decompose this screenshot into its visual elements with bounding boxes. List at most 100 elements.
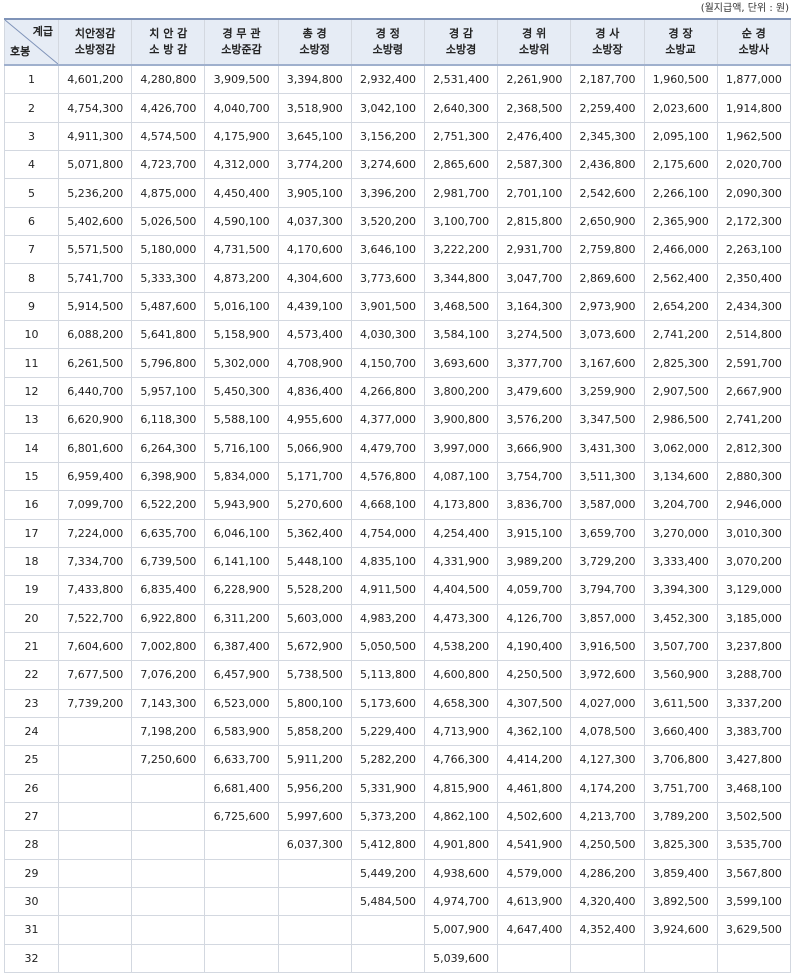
salary-cell: 2,812,300 — [716, 433, 791, 463]
salary-cell: 2,175,600 — [643, 150, 718, 180]
salary-cell: 6,959,400 — [57, 461, 133, 492]
salary-cell: 5,957,100 — [131, 376, 206, 407]
salary-cell: 4,766,300 — [423, 745, 499, 775]
table-row: 24 7,198,200 6,583,900 5,858,200 5,229,400 4,… — [4, 716, 791, 747]
column-header-rank: 경 위 — [522, 27, 547, 40]
salary-cell: 6,457,900 — [204, 660, 279, 690]
salary-cell — [57, 943, 133, 974]
salary-cell: 2,345,300 — [570, 121, 645, 152]
salary-cell: 3,924,600 — [643, 915, 718, 945]
salary-cell: 7,433,800 — [57, 575, 133, 605]
salary-cell: 7,334,700 — [57, 546, 133, 577]
step-cell: 17 — [4, 518, 59, 548]
salary-cell — [131, 886, 206, 917]
salary-cell: 5,113,800 — [350, 660, 425, 690]
salary-cell: 4,938,600 — [423, 858, 499, 888]
salary-table: 계급 호봉 치안정감 소방정감 치 안 감소 방 감경 무 관 소방준감 총 경 소방정 경… — [4, 18, 791, 974]
salary-cell: 3,274,500 — [497, 320, 572, 350]
column-header-fire-rank: 소방정 — [299, 43, 330, 56]
column-header-rank: 순 경 — [741, 27, 766, 40]
salary-cell: 3,204,700 — [643, 490, 718, 520]
salary-cell: 5,412,800 — [350, 830, 425, 860]
salary-cell — [57, 830, 133, 860]
salary-cell: 5,039,600 — [423, 943, 499, 974]
salary-cell: 4,078,500 — [570, 716, 645, 747]
table-row: 30 5,484,500 4,974,700 4,613,900 4,320,400 3,… — [4, 886, 791, 917]
table-row: 5 5,236,200 4,875,000 4,450,400 3,905,100 3,3… — [4, 178, 791, 208]
salary-cell: 3,333,400 — [643, 546, 718, 577]
salary-cell: 2,259,400 — [570, 93, 645, 123]
salary-cell: 3,070,200 — [716, 546, 791, 577]
salary-cell: 4,723,700 — [131, 150, 206, 180]
salary-cell: 2,751,300 — [423, 121, 499, 152]
salary-cell: 4,576,800 — [350, 461, 425, 492]
salary-cell: 5,016,100 — [204, 291, 279, 322]
salary-cell: 3,729,200 — [570, 546, 645, 577]
salary-cell: 4,030,300 — [350, 320, 425, 350]
salary-cell: 3,560,900 — [643, 660, 718, 690]
grade-label: 계급 — [32, 25, 53, 38]
step-cell: 21 — [4, 631, 59, 662]
salary-cell: 5,738,500 — [277, 660, 352, 690]
column-header-fire-rank: 소방위 — [519, 43, 550, 56]
table-row: 18 7,334,700 6,739,500 6,141,100 5,448,100 4,… — [4, 546, 791, 577]
salary-cell: 4,541,900 — [497, 830, 572, 860]
salary-cell: 3,576,200 — [497, 405, 572, 435]
salary-cell: 3,599,100 — [716, 886, 791, 917]
salary-cell: 3,427,800 — [716, 745, 791, 775]
salary-cell: 3,520,200 — [350, 206, 425, 237]
salary-cell: 3,042,100 — [350, 93, 425, 123]
salary-cell: 6,922,800 — [131, 603, 206, 633]
salary-cell — [350, 915, 425, 945]
salary-cell: 3,611,500 — [643, 688, 718, 718]
salary-cell: 3,660,400 — [643, 716, 718, 747]
salary-cell: 4,815,900 — [423, 773, 499, 803]
table-row: 23 7,739,200 7,143,300 6,523,000 5,800,100 5,… — [4, 688, 791, 718]
step-cell: 16 — [4, 490, 59, 520]
salary-cell: 6,088,200 — [57, 320, 133, 350]
salary-cell: 5,007,900 — [423, 915, 499, 945]
salary-cell: 6,261,500 — [57, 348, 133, 378]
salary-cell: 6,228,900 — [204, 575, 279, 605]
salary-cell: 2,865,600 — [423, 150, 499, 180]
salary-cell: 2,514,800 — [716, 320, 791, 350]
salary-cell: 3,502,500 — [716, 801, 791, 832]
step-cell: 19 — [4, 575, 59, 605]
step-cell: 4 — [4, 150, 59, 180]
salary-cell: 5,487,600 — [131, 291, 206, 322]
salary-cell: 5,026,500 — [131, 206, 206, 237]
salary-cell — [643, 943, 718, 974]
salary-cell: 4,250,500 — [497, 660, 572, 690]
salary-cell: 4,473,300 — [423, 603, 499, 633]
column-header-rank: 경 장 — [668, 27, 693, 40]
salary-cell: 2,531,400 — [423, 64, 499, 95]
salary-cell: 2,701,100 — [497, 178, 572, 208]
salary-cell: 3,507,700 — [643, 631, 718, 662]
column-header: 순 경 소방사 — [716, 18, 791, 66]
step-cell: 14 — [4, 433, 59, 463]
salary-cell: 4,613,900 — [497, 886, 572, 917]
salary-cell: 4,461,800 — [497, 773, 572, 803]
salary-cell: 7,076,200 — [131, 660, 206, 690]
salary-cell: 4,579,000 — [497, 858, 572, 888]
column-header-rank: 치 안 감 — [149, 27, 188, 40]
salary-cell: 2,973,900 — [570, 291, 645, 322]
salary-cell: 2,476,400 — [497, 121, 572, 152]
salary-cell: 4,150,700 — [350, 348, 425, 378]
salary-cell: 2,090,300 — [716, 178, 791, 208]
salary-cell — [204, 830, 279, 860]
salary-cell: 7,250,600 — [131, 745, 206, 775]
salary-cell — [131, 801, 206, 832]
salary-cell: 6,835,400 — [131, 575, 206, 605]
salary-cell: 2,172,300 — [716, 206, 791, 237]
salary-cell: 5,943,900 — [204, 490, 279, 520]
salary-cell: 2,667,900 — [716, 376, 791, 407]
salary-cell: 4,126,700 — [497, 603, 572, 633]
table-row: 16 7,099,700 6,522,200 5,943,900 5,270,600 4,… — [4, 490, 791, 520]
column-header: 경 정 소방령 — [350, 18, 425, 66]
salary-cell: 2,562,400 — [643, 263, 718, 293]
salary-cell: 4,658,300 — [423, 688, 499, 718]
step-cell: 31 — [4, 915, 59, 945]
column-header-fire-rank: 소 방 감 — [149, 43, 188, 56]
salary-cell: 4,502,600 — [497, 801, 572, 832]
